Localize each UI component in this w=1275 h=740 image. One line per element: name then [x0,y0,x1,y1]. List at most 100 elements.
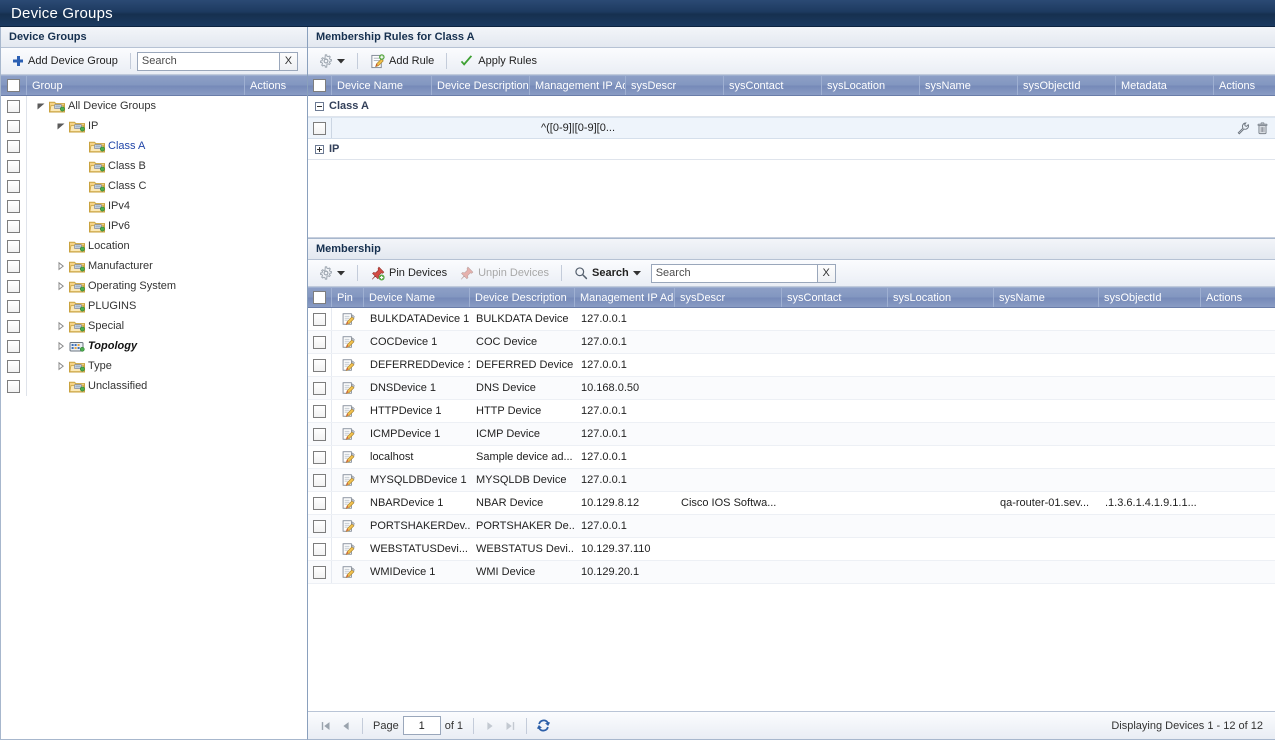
row-pin-cell[interactable] [332,561,364,583]
tree-row-checkbox-cell[interactable] [1,256,27,276]
edit-pin-icon[interactable] [341,565,356,579]
row-checkbox[interactable] [313,427,326,441]
sidebar-column-actions[interactable]: Actions [245,76,307,95]
rule-row-checkbox-cell[interactable] [308,118,332,138]
row-checkbox[interactable] [7,119,20,133]
select-all-checkbox[interactable] [7,79,20,92]
expander-expand-icon[interactable] [55,321,66,332]
tree-row[interactable]: Type [1,356,307,376]
row-checkbox[interactable] [7,379,20,393]
tree-row-checkbox-cell[interactable] [1,136,27,156]
last-page-button[interactable] [500,716,520,736]
row-checkbox[interactable] [7,319,20,333]
table-row[interactable]: MYSQLDBDevice 1 MYSQLDB Device 127.0.0.1 [308,469,1275,492]
table-row[interactable]: BULKDATADevice 1 BULKDATA Device 127.0.0.1 [308,308,1275,331]
rules-column-sysname[interactable]: sysName [920,76,1018,95]
tree-node[interactable]: PLUGINS [27,300,136,313]
row-checkbox[interactable] [313,450,326,464]
table-row[interactable]: WEBSTATUSDevi... WEBSTATUS Devi... 10.129.… [308,538,1275,561]
rule-row[interactable]: ^([0-9]|[0-9][0... [308,117,1275,139]
row-checkbox-cell[interactable] [308,492,332,514]
row-checkbox[interactable] [7,299,20,313]
tree-node[interactable]: Location [27,240,130,253]
table-row[interactable]: HTTPDevice 1 HTTP Device 127.0.0.1 [308,400,1275,423]
row-pin-cell[interactable] [332,308,364,330]
tree-row[interactable]: PLUGINS [1,296,307,316]
expander-collapse-icon[interactable] [35,101,46,112]
row-pin-cell[interactable] [332,423,364,445]
tree-row[interactable]: Operating System [1,276,307,296]
row-pin-cell[interactable] [332,377,364,399]
next-page-button[interactable] [480,716,500,736]
tree-row[interactable]: IP [1,116,307,136]
membership-search-input[interactable] [650,263,817,283]
table-row[interactable]: DEFERREDDevice 1 DEFERRED Device 127.0.0.1 [308,354,1275,377]
wrench-icon[interactable] [1237,121,1250,135]
edit-pin-icon[interactable] [341,473,356,487]
trash-icon[interactable] [1256,121,1269,135]
refresh-button[interactable] [533,716,553,736]
add-device-group-button[interactable]: Add Device Group [6,51,124,72]
tree-node[interactable]: IPv6 [27,220,130,233]
edit-pin-icon[interactable] [341,450,356,464]
row-pin-cell[interactable] [332,538,364,560]
expander-collapse-icon[interactable] [55,121,66,132]
tree-row[interactable]: All Device Groups [1,96,307,116]
pin-devices-button[interactable]: Pin Devices [364,263,453,284]
sidebar-search-clear-button[interactable]: X [278,51,298,71]
tree-node[interactable]: Class C [27,180,147,193]
tree-row-checkbox-cell[interactable] [1,216,27,236]
tree-row-checkbox-cell[interactable] [1,276,27,296]
membership-column-sysdescr[interactable]: sysDescr [675,288,782,307]
group-collapse-icon[interactable] [315,101,324,111]
row-checkbox-cell[interactable] [308,561,332,583]
rules-select-all-header[interactable] [308,76,332,95]
table-row[interactable]: DNSDevice 1 DNS Device 10.168.0.50 [308,377,1275,400]
select-all-checkbox[interactable] [313,79,326,92]
tree-node[interactable]: IP [27,120,98,133]
tree-row-checkbox-cell[interactable] [1,156,27,176]
membership-column-syscontact[interactable]: sysContact [782,288,888,307]
tree-row[interactable]: IPv6 [1,216,307,236]
tree-node[interactable]: Topology [27,340,137,353]
row-checkbox-cell[interactable] [308,446,332,468]
rules-column-syslocation[interactable]: sysLocation [822,76,920,95]
rules-column-management-ip-ad[interactable]: Management IP Ad [530,76,626,95]
tree-node[interactable]: Unclassified [27,380,147,393]
row-pin-cell[interactable] [332,331,364,353]
edit-pin-icon[interactable] [341,312,356,326]
rules-column-device-description[interactable]: Device Description [432,76,530,95]
row-checkbox-cell[interactable] [308,469,332,491]
tree-row-checkbox-cell[interactable] [1,196,27,216]
row-checkbox[interactable] [7,199,20,213]
rules-column-metadata[interactable]: Metadata [1116,76,1214,95]
row-checkbox-cell[interactable] [308,515,332,537]
row-pin-cell[interactable] [332,492,364,514]
membership-select-all-header[interactable] [308,288,332,307]
tree-node[interactable]: Class B [27,160,146,173]
rules-column-device-name[interactable]: Device Name [332,76,432,95]
row-checkbox[interactable] [7,239,20,253]
row-checkbox[interactable] [313,335,326,349]
expander-expand-icon[interactable] [55,281,66,292]
rules-group-row[interactable]: IP [308,139,1275,160]
tree-row-checkbox-cell[interactable] [1,236,27,256]
table-row[interactable]: PORTSHAKERDev... PORTSHAKER De... 127.0.0.… [308,515,1275,538]
rules-column-sysdescr[interactable]: sysDescr [626,76,724,95]
first-page-button[interactable] [316,716,336,736]
page-number-input[interactable] [402,716,441,735]
sidebar-search-input[interactable] [136,51,279,71]
table-row[interactable]: WMIDevice 1 WMI Device 10.129.20.1 [308,561,1275,584]
tree-row-checkbox-cell[interactable] [1,116,27,136]
row-checkbox[interactable] [7,359,20,373]
row-pin-cell[interactable] [332,354,364,376]
row-checkbox[interactable] [7,179,20,193]
row-pin-cell[interactable] [332,400,364,422]
row-pin-cell[interactable] [332,469,364,491]
row-checkbox[interactable] [313,519,326,533]
row-checkbox[interactable] [7,339,20,353]
row-checkbox[interactable] [313,496,326,510]
membership-search-clear-button[interactable]: X [816,263,836,283]
row-checkbox[interactable] [313,312,326,326]
tree-row[interactable]: Class A [1,136,307,156]
